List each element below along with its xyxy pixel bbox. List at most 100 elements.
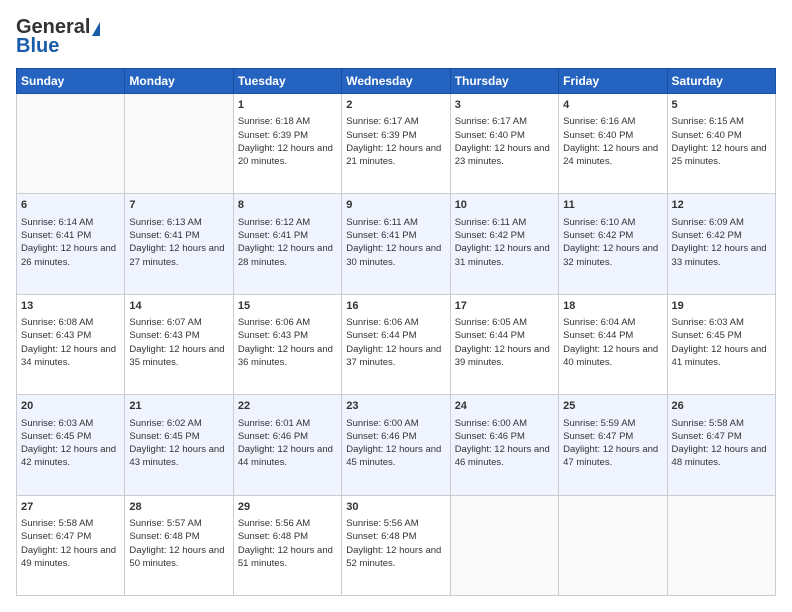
daylight-text: Daylight: 12 hours and 40 minutes.	[563, 343, 662, 370]
day-number: 26	[672, 399, 771, 414]
day-number: 4	[563, 98, 662, 113]
daylight-text: Daylight: 12 hours and 42 minutes.	[21, 443, 120, 470]
calendar-header-sunday: Sunday	[17, 69, 125, 94]
calendar-cell: 12Sunrise: 6:09 AMSunset: 6:42 PMDayligh…	[667, 194, 775, 294]
calendar-cell: 26Sunrise: 5:58 AMSunset: 6:47 PMDayligh…	[667, 395, 775, 495]
calendar-table: SundayMondayTuesdayWednesdayThursdayFrid…	[16, 68, 776, 596]
day-number: 11	[563, 198, 662, 213]
calendar-cell: 10Sunrise: 6:11 AMSunset: 6:42 PMDayligh…	[450, 194, 558, 294]
sunrise-text: Sunrise: 6:00 AM	[346, 417, 445, 430]
sunrise-text: Sunrise: 6:15 AM	[672, 115, 771, 128]
daylight-text: Daylight: 12 hours and 50 minutes.	[129, 544, 228, 571]
calendar-cell	[559, 495, 667, 595]
day-number: 28	[129, 500, 228, 515]
calendar-cell: 13Sunrise: 6:08 AMSunset: 6:43 PMDayligh…	[17, 294, 125, 394]
sunrise-text: Sunrise: 6:04 AM	[563, 316, 662, 329]
calendar-cell: 17Sunrise: 6:05 AMSunset: 6:44 PMDayligh…	[450, 294, 558, 394]
calendar-cell: 29 Sunrise: 5:56 AMSunset: 6:48 PMDayligh…	[233, 495, 341, 595]
day-number: 22	[238, 399, 337, 414]
day-number: 6	[21, 198, 120, 213]
sunset-text: Sunset: 6:40 PM	[455, 129, 554, 142]
calendar-cell	[17, 94, 125, 194]
daylight-text: Daylight: 12 hours and 44 minutes.	[238, 443, 337, 470]
daylight-text: Daylight: 12 hours and 46 minutes.	[455, 443, 554, 470]
sunset-text: Sunset: 6:44 PM	[455, 329, 554, 342]
sunrise-text: Sunrise: 6:01 AM	[238, 417, 337, 430]
sunrise-text: Sunrise: 6:10 AM	[563, 216, 662, 229]
sunrise-text: Sunrise: 6:11 AM	[455, 216, 554, 229]
sunrise-text: Sunrise: 5:56 AM	[346, 517, 445, 530]
daylight-text: Daylight: 12 hours and 37 minutes.	[346, 343, 445, 370]
daylight-text: Daylight: 12 hours and 31 minutes.	[455, 242, 554, 269]
header: General Blue	[16, 16, 776, 58]
day-number: 10	[455, 198, 554, 213]
daylight-text: Daylight: 12 hours and 28 minutes.	[238, 242, 337, 269]
day-number: 29	[238, 500, 337, 515]
calendar-week-row: 1Sunrise: 6:18 AMSunset: 6:39 PMDaylight…	[17, 94, 776, 194]
calendar-cell: 2Sunrise: 6:17 AMSunset: 6:39 PMDaylight…	[342, 94, 450, 194]
calendar-header-friday: Friday	[559, 69, 667, 94]
sunrise-text: Sunrise: 6:09 AM	[672, 216, 771, 229]
day-number: 8	[238, 198, 337, 213]
day-number: 13	[21, 299, 120, 314]
day-number: 15	[238, 299, 337, 314]
daylight-text: Daylight: 12 hours and 25 minutes.	[672, 142, 771, 169]
day-number: 25	[563, 399, 662, 414]
sunset-text: Sunset: 6:41 PM	[238, 229, 337, 242]
sunrise-text: Sunrise: 6:11 AM	[346, 216, 445, 229]
sunset-text: Sunset: 6:44 PM	[563, 329, 662, 342]
calendar-cell: 27Sunrise: 5:58 AMSunset: 6:47 PMDayligh…	[17, 495, 125, 595]
daylight-text: Daylight: 12 hours and 51 minutes.	[238, 544, 337, 571]
calendar-cell: 14Sunrise: 6:07 AMSunset: 6:43 PMDayligh…	[125, 294, 233, 394]
sunset-text: Sunset: 6:48 PM	[129, 530, 228, 543]
calendar-cell: 9Sunrise: 6:11 AMSunset: 6:41 PMDaylight…	[342, 194, 450, 294]
calendar-cell: 30Sunrise: 5:56 AMSunset: 6:48 PMDayligh…	[342, 495, 450, 595]
sunset-text: Sunset: 6:44 PM	[346, 329, 445, 342]
calendar-cell: 16Sunrise: 6:06 AMSunset: 6:44 PMDayligh…	[342, 294, 450, 394]
day-number: 30	[346, 500, 445, 515]
sunrise-text: Sunrise: 6:06 AM	[346, 316, 445, 329]
daylight-text: Daylight: 12 hours and 23 minutes.	[455, 142, 554, 169]
sunrise-text: Sunrise: 6:05 AM	[455, 316, 554, 329]
sunrise-text: Sunrise: 6:12 AM	[238, 216, 337, 229]
calendar-week-row: 27Sunrise: 5:58 AMSunset: 6:47 PMDayligh…	[17, 495, 776, 595]
sunrise-text: Sunrise: 6:08 AM	[21, 316, 120, 329]
logo-blue: Blue	[16, 35, 100, 58]
day-number: 9	[346, 198, 445, 213]
sunrise-text: Sunrise: 5:58 AM	[21, 517, 120, 530]
daylight-text: Daylight: 12 hours and 33 minutes.	[672, 242, 771, 269]
sunrise-text: Sunrise: 6:17 AM	[346, 115, 445, 128]
calendar-week-row: 6Sunrise: 6:14 AMSunset: 6:41 PMDaylight…	[17, 194, 776, 294]
calendar-cell: 25Sunrise: 5:59 AMSunset: 6:47 PMDayligh…	[559, 395, 667, 495]
sunrise-text: Sunrise: 6:16 AM	[563, 115, 662, 128]
calendar-cell: 6Sunrise: 6:14 AMSunset: 6:41 PMDaylight…	[17, 194, 125, 294]
sunset-text: Sunset: 6:46 PM	[238, 430, 337, 443]
sunset-text: Sunset: 6:48 PM	[238, 530, 337, 543]
calendar-cell: 5Sunrise: 6:15 AMSunset: 6:40 PMDaylight…	[667, 94, 775, 194]
daylight-text: Daylight: 12 hours and 21 minutes.	[346, 142, 445, 169]
calendar-header-saturday: Saturday	[667, 69, 775, 94]
day-number: 23	[346, 399, 445, 414]
daylight-text: Daylight: 12 hours and 45 minutes.	[346, 443, 445, 470]
sunset-text: Sunset: 6:41 PM	[21, 229, 120, 242]
daylight-text: Daylight: 12 hours and 36 minutes.	[238, 343, 337, 370]
calendar-week-row: 20Sunrise: 6:03 AMSunset: 6:45 PMDayligh…	[17, 395, 776, 495]
sunset-text: Sunset: 6:43 PM	[21, 329, 120, 342]
sunset-text: Sunset: 6:39 PM	[238, 129, 337, 142]
logo: General Blue	[16, 16, 100, 58]
sunrise-text: Sunrise: 5:56 AM	[238, 517, 337, 530]
logo-triangle-icon	[92, 22, 100, 36]
calendar-header-row: SundayMondayTuesdayWednesdayThursdayFrid…	[17, 69, 776, 94]
sunrise-text: Sunrise: 6:07 AM	[129, 316, 228, 329]
day-number: 12	[672, 198, 771, 213]
daylight-text: Daylight: 12 hours and 35 minutes.	[129, 343, 228, 370]
calendar-cell	[125, 94, 233, 194]
sunset-text: Sunset: 6:46 PM	[455, 430, 554, 443]
day-number: 14	[129, 299, 228, 314]
sunset-text: Sunset: 6:45 PM	[21, 430, 120, 443]
sunset-text: Sunset: 6:47 PM	[563, 430, 662, 443]
sunrise-text: Sunrise: 6:18 AM	[238, 115, 337, 128]
day-number: 27	[21, 500, 120, 515]
calendar-cell: 15Sunrise: 6:06 AMSunset: 6:43 PMDayligh…	[233, 294, 341, 394]
sunset-text: Sunset: 6:41 PM	[129, 229, 228, 242]
